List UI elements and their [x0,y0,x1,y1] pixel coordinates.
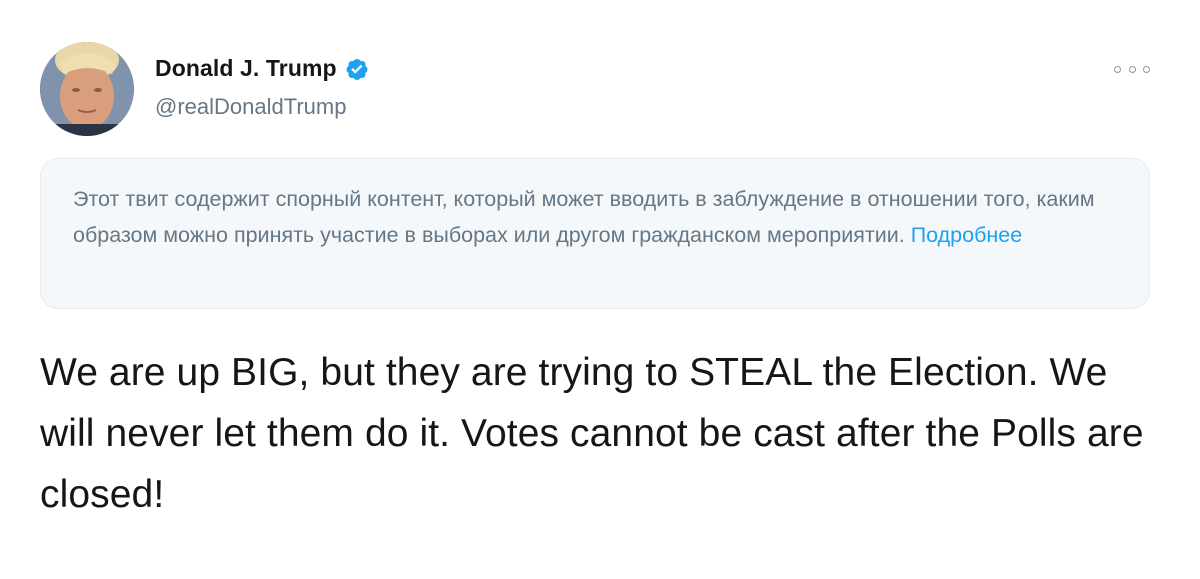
disputed-content-notice: Этот твит содержит спорный контент, кото… [40,158,1150,309]
more-options-icon[interactable] [1114,60,1150,78]
author-name-row: Donald J. Trump [155,55,369,82]
notice-learn-more-link[interactable]: Подробнее [911,223,1023,247]
more-dot [1128,65,1136,73]
tweet-card: Donald J. Trump @realDonaldTrump Этот тв… [0,0,1200,579]
avatar-image [40,42,134,136]
more-dot [1114,65,1121,73]
author-handle[interactable]: @realDonaldTrump [155,94,346,120]
tweet-text: We are up BIG, but they are trying to ST… [40,351,1144,516]
author-name[interactable]: Donald J. Trump [155,55,337,82]
more-dot [1143,65,1150,73]
verified-badge-icon [345,57,369,81]
avatar[interactable] [40,42,134,136]
